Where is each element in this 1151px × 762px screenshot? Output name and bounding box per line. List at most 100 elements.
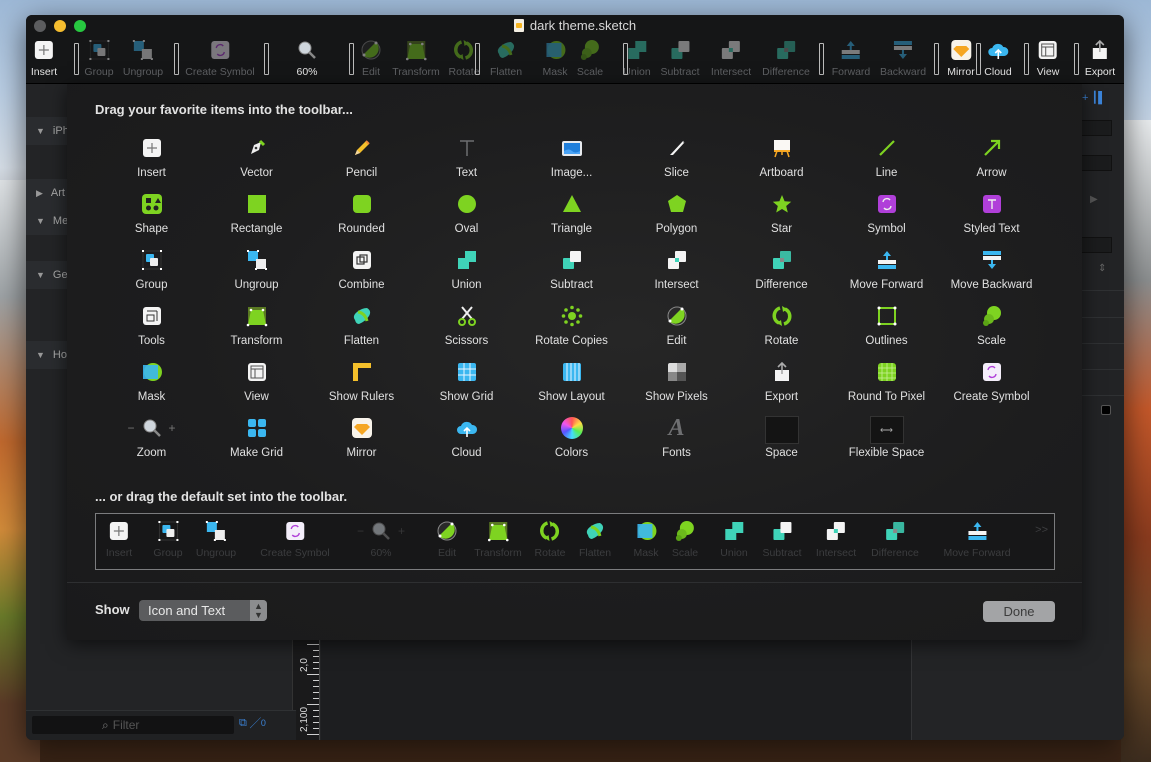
play-triangle-icon[interactable]: ▶ xyxy=(1090,194,1098,205)
toolbar-option-transform[interactable]: Transform xyxy=(204,304,309,360)
toolbar-zoom-button[interactable]: 60% xyxy=(296,39,318,81)
toolbar-option-show-layout[interactable]: Show Layout xyxy=(519,360,624,416)
toolbar-option-show-rulers[interactable]: Show Rulers xyxy=(309,360,414,416)
toolbar-difference-button[interactable]: Difference xyxy=(762,39,810,81)
move-forward-icon xyxy=(875,248,899,272)
toolbar-flatten-button[interactable]: Flatten xyxy=(490,39,522,81)
canvas[interactable] xyxy=(321,640,911,740)
filter-options[interactable]: ⧉ ╱0 xyxy=(239,717,266,730)
toolbar-edit-button[interactable]: Edit xyxy=(360,39,382,81)
toolbar-option-union[interactable]: Union xyxy=(414,248,519,304)
toolbar-option-mask[interactable]: Mask xyxy=(99,360,204,416)
toolbar-option-ungroup[interactable]: Ungroup xyxy=(204,248,309,304)
toolbar-option-text[interactable]: Text xyxy=(414,136,519,192)
toolbar-backward-button[interactable]: Backward xyxy=(880,39,926,81)
toolbar-option-group[interactable]: Group xyxy=(99,248,204,304)
toolbar-option-triangle[interactable]: Triangle xyxy=(519,192,624,248)
toolbar-option-symbol[interactable]: Symbol xyxy=(834,192,939,248)
toolbar-export-button[interactable]: Export xyxy=(1085,39,1115,81)
slice-filter-icon[interactable]: ╱ xyxy=(250,717,261,729)
toolbar-cloud-button[interactable]: Cloud xyxy=(984,39,1012,81)
toolbar-option-label: Fonts xyxy=(662,447,691,459)
toolbar-option-flexible-space[interactable]: ⟷ Flexible Space xyxy=(834,416,939,472)
default-set-label: Difference xyxy=(871,547,919,559)
toolbar-option-image[interactable]: Image... xyxy=(519,136,624,192)
toolbar-mask-button[interactable]: Mask xyxy=(542,39,568,81)
toolbar-ungroup-button[interactable]: Ungroup xyxy=(123,39,163,81)
toolbar-option-vector[interactable]: Vector xyxy=(204,136,309,192)
toolbar-option-show-grid[interactable]: Show Grid xyxy=(414,360,519,416)
intersect-icon xyxy=(665,248,689,272)
toolbar-option-difference[interactable]: Difference xyxy=(729,248,834,304)
toolbar-scale-button[interactable]: Scale xyxy=(577,39,603,81)
toolbar-subtract-button[interactable]: Subtract xyxy=(660,39,700,81)
toolbar-option-flatten[interactable]: Flatten xyxy=(309,304,414,360)
toolbar-option-zoom[interactable]: − + Zoom xyxy=(99,416,204,472)
toolbar-option-edit[interactable]: Edit xyxy=(624,304,729,360)
toolbar-option-slice[interactable]: Slice xyxy=(624,136,729,192)
toolbar-option-pencil[interactable]: Pencil xyxy=(309,136,414,192)
toolbar-view-button[interactable]: View xyxy=(1037,39,1059,81)
toolbar-transform-button[interactable]: Transform xyxy=(392,39,440,81)
disclosure-collapsed-icon[interactable]: ▶ xyxy=(36,179,43,207)
toolbar-intersect-button[interactable]: Intersect xyxy=(711,39,751,81)
toolbar-option-rectangle[interactable]: Rectangle xyxy=(204,192,309,248)
toolbar-option-insert[interactable]: Insert xyxy=(99,136,204,192)
toolbar-option-round-to-pixel[interactable]: Round To Pixel xyxy=(834,360,939,416)
toolbar-option-make-grid[interactable]: Make Grid xyxy=(204,416,309,472)
toolbar-option-move-forward[interactable]: Move Forward xyxy=(834,248,939,304)
toolbar-group-button[interactable]: Group xyxy=(84,39,114,81)
show-label: Show xyxy=(95,602,130,617)
done-button[interactable]: Done xyxy=(983,601,1055,622)
default-toolbar-set[interactable]: >> Insert Group Ungroup Create Symbol − + 60% E… xyxy=(95,513,1055,570)
toolbar-option-scale[interactable]: Scale xyxy=(939,304,1044,360)
rotate-copies-icon xyxy=(560,304,584,328)
toolbar-option-rounded[interactable]: Rounded xyxy=(309,192,414,248)
toolbar-option-space[interactable]: Space xyxy=(729,416,834,472)
color-swatch[interactable] xyxy=(1101,405,1111,415)
toolbar-option-tools[interactable]: Tools xyxy=(99,304,204,360)
toolbar-option-artboard[interactable]: Artboard xyxy=(729,136,834,192)
stepper-icon[interactable]: ⇕ xyxy=(1098,263,1106,274)
toolbar-option-polygon[interactable]: Polygon xyxy=(624,192,729,248)
filter-input[interactable]: ⌕ Filter xyxy=(32,716,234,734)
disclosure-expanded-icon[interactable]: ▼ xyxy=(36,261,45,289)
disclosure-expanded-icon[interactable]: ▼ xyxy=(36,117,45,145)
toolbar-insert-button[interactable]: Insert xyxy=(31,39,57,81)
toolbar-option-show-pixels[interactable]: Show Pixels xyxy=(624,360,729,416)
toolbar-option-scissors[interactable]: Scissors xyxy=(414,304,519,360)
toolbar-option-shape[interactable]: Shape xyxy=(99,192,204,248)
cloud-icon xyxy=(987,39,1009,61)
toolbar-option-rotate[interactable]: Rotate xyxy=(729,304,834,360)
toolbar-option-cloud[interactable]: Cloud xyxy=(414,416,519,472)
toolbar-create-symbol-button[interactable]: Create Symbol xyxy=(185,39,255,81)
show-mode-select[interactable]: Icon and Text ▲ ▼ xyxy=(139,600,267,621)
toolbar-option-combine[interactable]: Combine xyxy=(309,248,414,304)
toolbar-option-oval[interactable]: Oval xyxy=(414,192,519,248)
layers-filter-icon[interactable]: ⧉ xyxy=(239,717,247,729)
toolbar-option-create-symbol[interactable]: Create Symbol xyxy=(939,360,1044,416)
toolbar-option-star[interactable]: Star xyxy=(729,192,834,248)
toolbar-option-label: Rotate Copies xyxy=(535,335,608,347)
toolbar-option-move-backward[interactable]: Move Backward xyxy=(939,248,1044,304)
toolbar-option-subtract[interactable]: Subtract xyxy=(519,248,624,304)
make-grid-icon xyxy=(245,416,269,440)
toolbar-option-colors[interactable]: Colors xyxy=(519,416,624,472)
align-icons[interactable]: + ┃▌ xyxy=(1082,91,1106,104)
toolbar-option-mirror[interactable]: Mirror xyxy=(309,416,414,472)
toolbar-option-styled-text[interactable]: Styled Text xyxy=(939,192,1044,248)
toolbar-option-intersect[interactable]: Intersect xyxy=(624,248,729,304)
toolbar-option-rotate-copies[interactable]: Rotate Copies xyxy=(519,304,624,360)
toolbar-option-label: Zoom xyxy=(136,447,167,459)
toolbar-option-arrow[interactable]: Arrow xyxy=(939,136,1044,192)
export-icon xyxy=(1089,39,1111,61)
disclosure-expanded-icon[interactable]: ▼ xyxy=(36,341,45,369)
toolbar-option-export[interactable]: Export xyxy=(729,360,834,416)
toolbar-mirror-button[interactable]: Mirror xyxy=(947,39,975,81)
toolbar-option-outlines[interactable]: Outlines xyxy=(834,304,939,360)
toolbar-option-fonts[interactable]: A Fonts xyxy=(624,415,729,472)
disclosure-expanded-icon[interactable]: ▼ xyxy=(36,207,45,235)
toolbar-option-line[interactable]: Line xyxy=(834,136,939,192)
toolbar-forward-button[interactable]: Forward xyxy=(832,39,870,81)
toolbar-option-view[interactable]: View xyxy=(204,360,309,416)
